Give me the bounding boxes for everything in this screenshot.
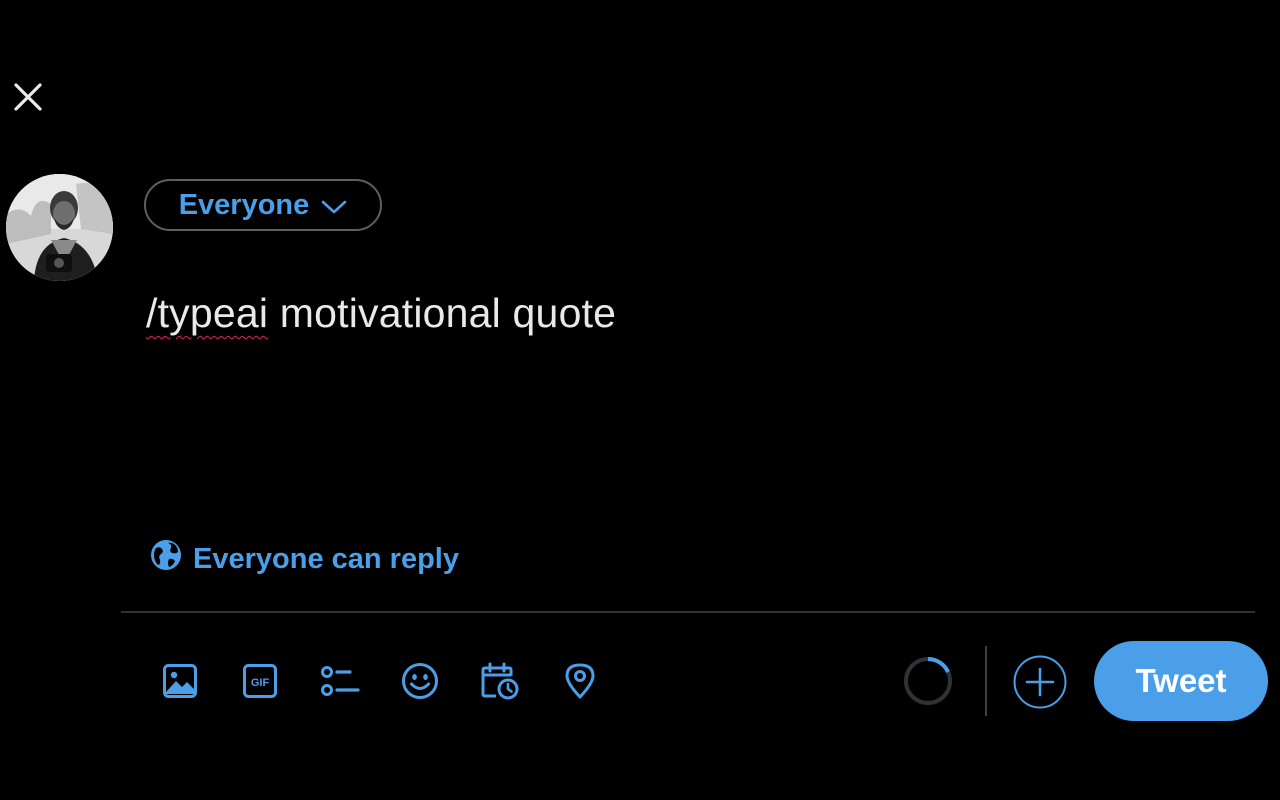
schedule-button[interactable] [460, 654, 540, 708]
avatar[interactable] [6, 174, 113, 281]
reply-setting-button[interactable]: Everyone can reply [150, 538, 459, 580]
location-button[interactable] [540, 654, 620, 708]
character-count-ring [902, 655, 954, 707]
chevron-down-icon [321, 199, 347, 215]
composer-toolbar: GIF [140, 654, 620, 708]
plus-circle-icon [1013, 655, 1067, 709]
poll-button[interactable] [300, 654, 380, 708]
emoji-icon [402, 663, 438, 699]
misspelled-word: /typeai [146, 290, 269, 336]
toolbar-separator [985, 646, 987, 716]
tweet-text-content: motivational quote [268, 290, 617, 336]
audience-label: Everyone [178, 188, 310, 221]
reply-setting-label: Everyone can reply [193, 542, 459, 575]
schedule-icon [481, 662, 519, 700]
globe-icon [150, 539, 182, 579]
divider [121, 611, 1255, 613]
poll-icon [321, 666, 360, 696]
audience-selector-button[interactable]: Everyone [144, 179, 382, 231]
emoji-button[interactable] [380, 654, 460, 708]
media-button[interactable] [140, 654, 220, 708]
close-icon [14, 83, 42, 111]
tweet-composer: Everyone /typeai motivational quote Ever… [0, 0, 1280, 800]
tweet-button[interactable]: Tweet [1094, 641, 1268, 721]
add-tweet-button[interactable] [1012, 654, 1068, 710]
close-button[interactable] [6, 75, 50, 119]
tweet-text-input[interactable]: /typeai motivational quote [146, 290, 616, 337]
gif-label: GIF [251, 677, 270, 689]
gif-button[interactable]: GIF [220, 654, 300, 708]
location-icon [565, 663, 595, 699]
image-icon [163, 664, 197, 698]
gif-icon: GIF [243, 664, 277, 698]
